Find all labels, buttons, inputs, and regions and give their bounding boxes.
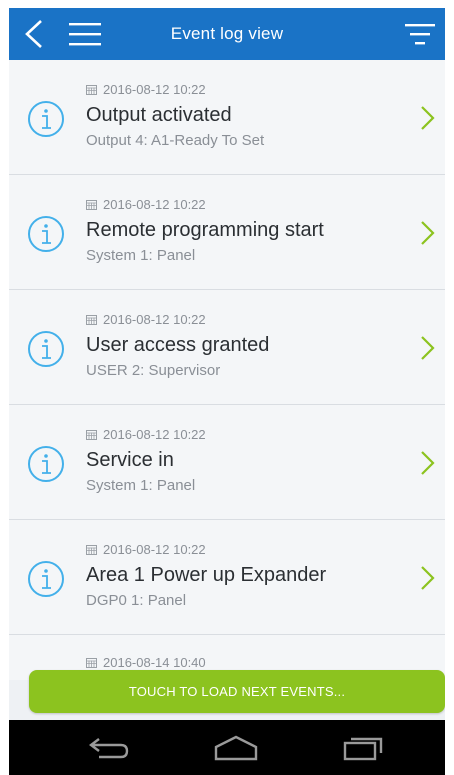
event-timestamp-text: 2016-08-12 10:22	[103, 427, 206, 442]
event-timestamp: 2016-08-12 10:22	[86, 542, 206, 557]
event-row[interactable]: 2016-08-12 10:22 Area 1 Power up Expande…	[9, 520, 445, 635]
info-icon	[28, 446, 64, 482]
chevron-right-icon	[421, 336, 435, 360]
android-back-icon[interactable]	[87, 733, 133, 763]
chevron-right-icon	[421, 221, 435, 245]
event-title: Output activated	[86, 104, 232, 126]
event-timestamp-text: 2016-08-12 10:22	[103, 542, 206, 557]
calendar-icon	[86, 85, 97, 95]
event-timestamp-text: 2016-08-12 10:22	[103, 82, 206, 97]
event-subtitle: System 1: Panel	[86, 247, 196, 264]
chevron-right-icon	[421, 106, 435, 130]
info-icon	[28, 331, 64, 367]
app-frame: Event log view 2016-08-12 10:22 Output a…	[9, 8, 445, 775]
event-row[interactable]: 2016-08-12 10:22 Remote programming star…	[9, 175, 445, 290]
android-home-icon[interactable]	[212, 733, 260, 763]
event-row[interactable]: 2016-08-12 10:22 User access granted USE…	[9, 290, 445, 405]
load-next-events-button[interactable]: TOUCH TO LOAD NEXT EVENTS...	[29, 670, 445, 713]
event-title: Service in	[86, 449, 174, 471]
event-subtitle: DGP0 1: Panel	[86, 592, 187, 609]
event-subtitle: System 1: Panel	[86, 477, 196, 494]
event-subtitle: Output 4: A1-Ready To Set	[86, 132, 265, 149]
app-bar: Event log view	[9, 8, 445, 60]
chevron-right-icon	[421, 451, 435, 475]
event-title: Area 1 Power up Expander	[86, 564, 327, 586]
android-recents-icon[interactable]	[341, 733, 385, 763]
event-title: User access granted	[86, 334, 270, 356]
event-row[interactable]: 2016-08-12 10:22 Service in System 1: Pa…	[9, 405, 445, 520]
event-timestamp-text: 2016-08-14 10:40	[103, 655, 206, 670]
event-row[interactable]: 2016-08-12 10:22 Output activated Output…	[9, 60, 445, 175]
info-icon	[28, 101, 64, 137]
calendar-icon	[86, 430, 97, 440]
info-icon	[28, 561, 64, 597]
chevron-right-icon	[421, 566, 435, 590]
calendar-icon	[86, 200, 97, 210]
calendar-icon	[86, 658, 97, 668]
event-timestamp-text: 2016-08-12 10:22	[103, 312, 206, 327]
page-title: Event log view	[170, 24, 284, 43]
info-icon	[28, 216, 64, 252]
calendar-icon	[86, 315, 97, 325]
event-title: Remote programming start	[86, 219, 324, 241]
event-subtitle: USER 2: Supervisor	[86, 362, 221, 379]
event-timestamp: 2016-08-14 10:40	[86, 655, 206, 670]
event-timestamp-text: 2016-08-12 10:22	[103, 197, 206, 212]
calendar-icon	[86, 545, 97, 555]
android-nav-bar	[9, 720, 445, 775]
event-timestamp: 2016-08-12 10:22	[86, 197, 206, 212]
event-timestamp: 2016-08-12 10:22	[86, 312, 206, 327]
filter-icon[interactable]	[405, 22, 435, 46]
event-list: 2016-08-12 10:22 Output activated Output…	[9, 60, 445, 680]
event-timestamp: 2016-08-12 10:22	[86, 427, 206, 442]
event-timestamp: 2016-08-12 10:22	[86, 82, 206, 97]
